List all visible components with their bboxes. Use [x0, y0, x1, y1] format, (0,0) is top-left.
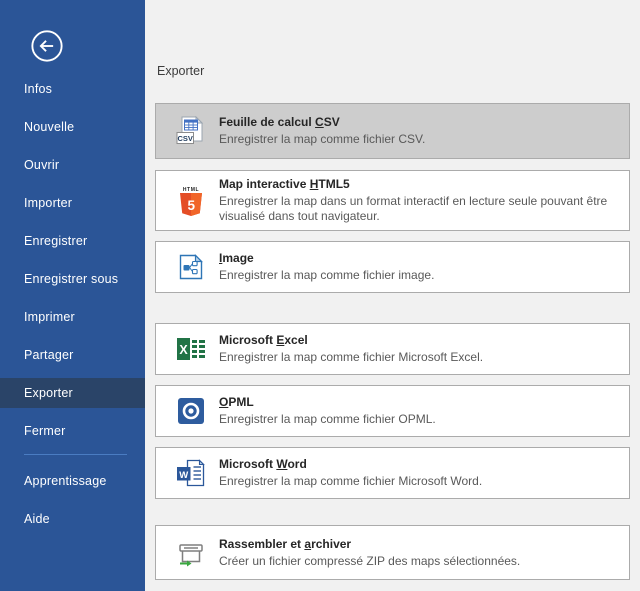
export-item-title: Microsoft Word	[219, 457, 623, 472]
export-item-text: OPML Enregistrer la map comme fichier OP…	[219, 395, 623, 427]
export-item-description: Enregistrer la map comme fichier image.	[219, 268, 623, 283]
export-item-text: Image Enregistrer la map comme fichier i…	[219, 251, 623, 283]
export-item-excel[interactable]: X Microsoft Excel Enregistrer la map com…	[155, 323, 630, 375]
export-panel: Exporter CSV Feuille de calcul CS	[145, 0, 640, 591]
export-item-title: OPML	[219, 395, 623, 410]
sidebar-item-aide[interactable]: Aide	[0, 504, 145, 534]
export-item-opml[interactable]: OPML Enregistrer la map comme fichier OP…	[155, 385, 630, 437]
excel-icon: X	[175, 333, 207, 365]
export-item-text: Feuille de calcul CSV Enregistrer la map…	[219, 115, 623, 147]
sidebar-footer-nav: Apprentissage Aide	[0, 466, 145, 534]
opml-icon	[175, 395, 207, 427]
csv-spreadsheet-icon: CSV	[175, 115, 207, 147]
sidebar-item-importer[interactable]: Importer	[0, 188, 145, 218]
sidebar-separator	[24, 454, 127, 455]
export-item-title: Microsoft Excel	[219, 333, 623, 348]
html5-icon: HTML 5	[175, 185, 207, 217]
page-title: Exporter	[157, 63, 640, 79]
svg-text:CSV: CSV	[177, 134, 192, 143]
sidebar-item-exporter[interactable]: Exporter	[0, 378, 145, 408]
sidebar-item-enregistrer-sous[interactable]: Enregistrer sous	[0, 264, 145, 294]
export-item-description: Enregistrer la map comme fichier Microso…	[219, 474, 623, 489]
export-item-title: Feuille de calcul CSV	[219, 115, 623, 130]
export-item-text: Map interactive HTML5 Enregistrer la map…	[219, 177, 623, 224]
back-arrow-icon	[30, 28, 64, 64]
sidebar-item-partager[interactable]: Partager	[0, 340, 145, 370]
sidebar-item-apprentissage[interactable]: Apprentissage	[0, 466, 145, 496]
export-item-text: Microsoft Word Enregistrer la map comme …	[219, 457, 623, 489]
svg-text:HTML: HTML	[183, 186, 199, 192]
export-item-image[interactable]: Image Enregistrer la map comme fichier i…	[155, 241, 630, 293]
export-item-text: Rassembler et archiver Créer un fichier …	[219, 537, 623, 569]
export-item-description: Enregistrer la map comme fichier CSV.	[219, 132, 623, 147]
export-item-text: Microsoft Excel Enregistrer la map comme…	[219, 333, 623, 365]
export-item-description: Enregistrer la map comme fichier Microso…	[219, 350, 623, 365]
sidebar-item-ouvrir[interactable]: Ouvrir	[0, 150, 145, 180]
image-icon	[175, 251, 207, 283]
word-icon: W	[175, 457, 207, 489]
sidebar-item-imprimer[interactable]: Imprimer	[0, 302, 145, 332]
export-item-description: Créer un fichier compressé ZIP des maps …	[219, 554, 623, 569]
export-item-title: Rassembler et archiver	[219, 537, 623, 552]
sidebar-item-enregistrer[interactable]: Enregistrer	[0, 226, 145, 256]
sidebar-nav: Infos Nouvelle Ouvrir Importer Enregistr…	[0, 74, 145, 446]
export-options-list: CSV Feuille de calcul CSV Enregistrer la…	[155, 103, 630, 580]
sidebar-item-fermer[interactable]: Fermer	[0, 416, 145, 446]
sidebar-item-infos[interactable]: Infos	[0, 74, 145, 104]
export-item-title: Image	[219, 251, 623, 266]
export-item-html5[interactable]: HTML 5 Map interactive HTML5 Enregistrer…	[155, 170, 630, 231]
export-item-gather-archive[interactable]: Rassembler et archiver Créer un fichier …	[155, 525, 630, 580]
gather-archive-icon	[175, 537, 207, 569]
export-item-csv[interactable]: CSV Feuille de calcul CSV Enregistrer la…	[155, 103, 630, 159]
export-item-word[interactable]: W Microsoft Word Enregistrer la map comm…	[155, 447, 630, 499]
export-item-description: Enregistrer la map dans un format intera…	[219, 194, 623, 224]
export-item-title: Map interactive HTML5	[219, 177, 623, 192]
export-item-description: Enregistrer la map comme fichier OPML.	[219, 412, 623, 427]
svg-text:5: 5	[187, 198, 195, 213]
svg-text:X: X	[179, 343, 188, 357]
backstage-sidebar: Infos Nouvelle Ouvrir Importer Enregistr…	[0, 0, 145, 591]
backstage-view: Infos Nouvelle Ouvrir Importer Enregistr…	[0, 0, 640, 591]
svg-text:W: W	[179, 470, 188, 481]
sidebar-item-nouvelle[interactable]: Nouvelle	[0, 112, 145, 142]
back-button[interactable]	[30, 29, 64, 63]
